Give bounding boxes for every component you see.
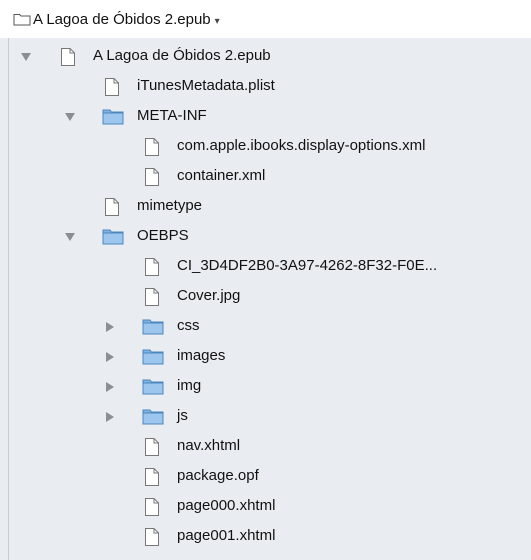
tree-row-folder[interactable]: META-INF (0, 102, 531, 132)
tree-row-file[interactable]: mimetype (0, 192, 531, 222)
tree-item-label: images (177, 347, 226, 364)
tree-item-label: A Lagoa de Óbidos 2.epub (93, 47, 271, 64)
tree-row-file[interactable]: page000.xhtml (0, 492, 531, 522)
tree-item-label: CI_3D4DF2B0-3A97-4262-8F32-F0E... (177, 257, 438, 274)
tree-row-file[interactable]: com.apple.ibooks.display-options.xml (0, 132, 531, 162)
disclosure-collapsed-icon[interactable] (104, 350, 116, 362)
file-tree[interactable]: A Lagoa de Óbidos 2.epub iTunesMetadata.p… (0, 38, 531, 560)
file-icon (144, 167, 164, 187)
file-icon (60, 47, 80, 67)
file-icon (144, 137, 164, 157)
chevron-down-icon: ▾ (214, 16, 220, 27)
tree-row-file[interactable]: CI_3D4DF2B0-3A97-4262-8F32-F0E... (0, 252, 531, 282)
disclosure-collapsed-icon[interactable] (104, 380, 116, 392)
folder-icon (102, 227, 124, 247)
disclosure-expanded-icon[interactable] (64, 230, 76, 242)
tree-item-label: META-INF (137, 107, 207, 124)
tree-item-label: css (177, 317, 200, 334)
file-icon (144, 497, 164, 517)
tree-row-folder[interactable]: img (0, 372, 531, 402)
tree-item-label: page001.xhtml (177, 527, 276, 544)
disclosure-collapsed-icon[interactable] (104, 410, 116, 422)
tree-item-label: OEBPS (137, 227, 189, 244)
folder-icon (142, 377, 164, 397)
tree-row-folder[interactable]: images (0, 342, 531, 372)
disclosure-expanded-icon[interactable] (64, 110, 76, 122)
disclosure-expanded-icon[interactable] (20, 50, 32, 62)
tree-item-label: page000.xhtml (177, 497, 276, 514)
file-icon (144, 287, 164, 307)
disclosure-collapsed-icon[interactable] (104, 320, 116, 332)
tree-row-folder[interactable]: css (0, 312, 531, 342)
tree-row-folder[interactable]: js (0, 402, 531, 432)
tree-row-file[interactable]: A Lagoa de Óbidos 2.epub (0, 42, 531, 72)
tree-item-label: img (177, 377, 202, 394)
tree-row-file[interactable]: nav.xhtml (0, 432, 531, 462)
tree-item-label: nav.xhtml (177, 437, 241, 454)
file-icon (144, 257, 164, 277)
folder-icon (142, 347, 164, 367)
folder-icon (102, 107, 124, 127)
path-popup-button[interactable]: A Lagoa de Óbidos 2.epub ▾ (33, 11, 220, 28)
tree-item-label: package.opf (177, 467, 259, 484)
tree-item-label: js (177, 407, 188, 424)
tree-row-folder[interactable]: OEBPS (0, 222, 531, 252)
tree-item-label: mimetype (137, 197, 203, 214)
tree-item-label: container.xml (177, 167, 266, 184)
folder-icon (142, 407, 164, 427)
file-icon (144, 437, 164, 457)
file-icon (104, 77, 124, 97)
path-header: A Lagoa de Óbidos 2.epub ▾ (0, 0, 531, 38)
tree-row-file[interactable]: page001.xhtml (0, 522, 531, 552)
tree-item-label: Cover.jpg (177, 287, 241, 304)
tree-row-file[interactable]: Cover.jpg (0, 282, 531, 312)
folder-outline-icon (13, 12, 31, 30)
file-icon (144, 527, 164, 547)
tree-item-label: com.apple.ibooks.display-options.xml (177, 137, 426, 154)
tree-row-file[interactable]: package.opf (0, 462, 531, 492)
folder-icon (142, 317, 164, 337)
tree-item-label: iTunesMetadata.plist (137, 77, 275, 94)
tree-row-file[interactable]: container.xml (0, 162, 531, 192)
file-icon (144, 467, 164, 487)
path-title: A Lagoa de Óbidos 2.epub (33, 11, 211, 28)
file-icon (104, 197, 124, 217)
tree-row-file[interactable]: iTunesMetadata.plist (0, 72, 531, 102)
